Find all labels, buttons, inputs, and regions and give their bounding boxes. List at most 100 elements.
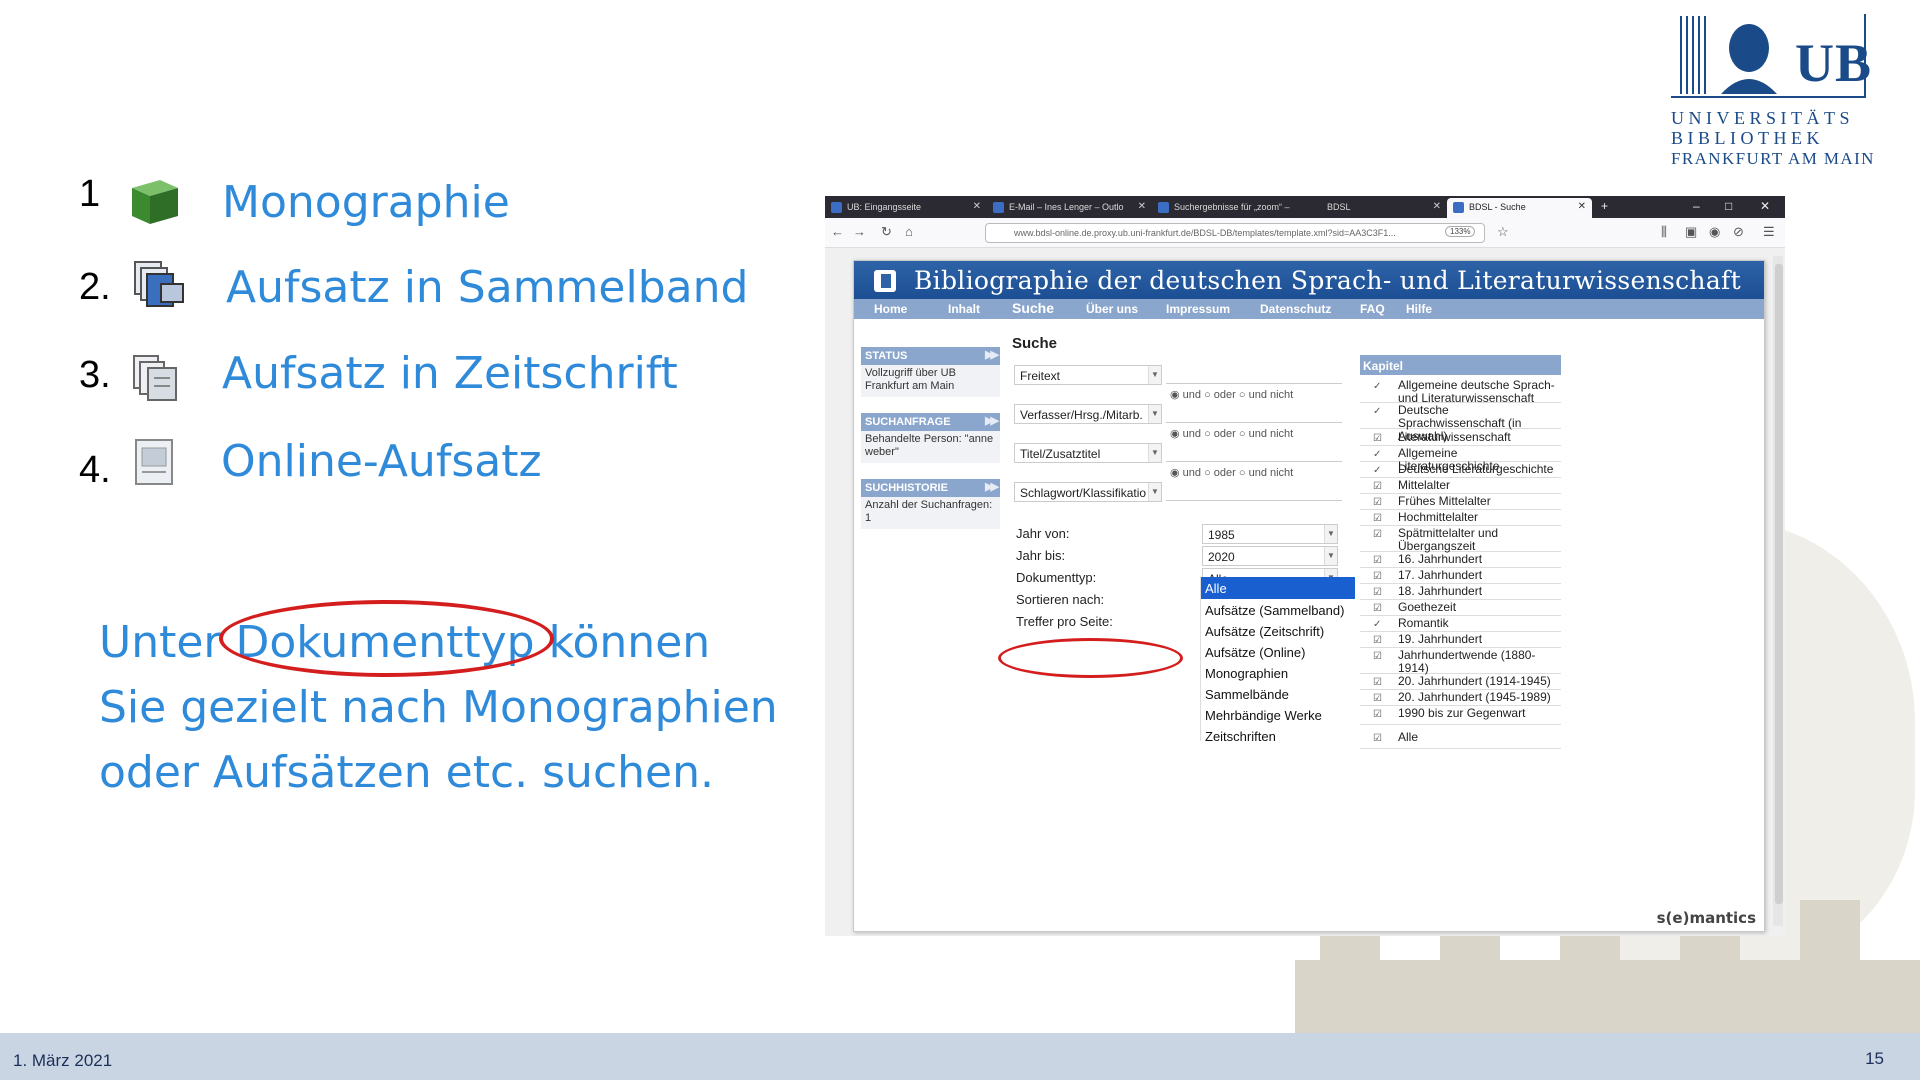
checkbox-icon[interactable]: ✓ (1373, 448, 1381, 461)
browser-tab[interactable]: UB: Eingangsseite ✕ (825, 198, 987, 218)
checkbox-icon[interactable]: ☑ (1373, 650, 1382, 663)
extension-icon[interactable]: ⊘ (1733, 224, 1744, 240)
menu-inhalt[interactable]: Inhalt (948, 302, 980, 316)
checkbox-icon[interactable]: ☑ (1373, 692, 1382, 705)
browser-tab[interactable]: E-Mail – Ines Lenger – Outlo ✕ (987, 198, 1152, 218)
dropdown-option[interactable]: Aufsätze (Online) (1205, 645, 1305, 660)
close-tab-icon[interactable]: ✕ (973, 201, 981, 212)
checkbox-icon[interactable]: ☑ (1373, 554, 1382, 567)
browser-tab-active[interactable]: BDSL - Suche ✕ (1447, 198, 1592, 218)
home-icon[interactable]: ⌂ (905, 224, 913, 239)
checkbox-icon[interactable]: ☑ (1373, 480, 1382, 493)
dropdown-option[interactable]: Alle (1201, 577, 1355, 599)
dropdown-option[interactable]: Aufsätze (Zeitschrift) (1205, 624, 1324, 639)
checkbox-icon[interactable]: ☑ (1373, 586, 1382, 599)
forward-icon[interactable]: → (853, 224, 866, 239)
kapitel-item[interactable]: ☑ Mittelalter (1360, 479, 1561, 494)
kapitel-item[interactable]: ✓ Romantik (1360, 617, 1561, 632)
menu-hilfe[interactable]: Hilfe (1406, 302, 1432, 316)
checkbox-icon[interactable]: ☑ (1373, 602, 1382, 615)
checkbox-icon[interactable]: ☑ (1373, 528, 1382, 541)
browser-tab[interactable]: BDSL ✕ (1305, 198, 1447, 218)
kapitel-item[interactable]: ☑ 1990 bis zur Gegenwart (1360, 707, 1561, 725)
field-select-freitext[interactable]: Freitext ▼ (1014, 365, 1162, 385)
search-input-titel[interactable] (1166, 461, 1342, 462)
search-input-verfasser[interactable] (1166, 422, 1342, 423)
suchanfrage-box-head[interactable]: SUCHANFRAGE ▶▶ (861, 413, 1000, 431)
kapitel-item[interactable]: ☑ Spätmittelalter und Übergangszeit (1360, 527, 1561, 553)
kapitel-item[interactable]: ✓ Allgemeine deutsche Sprach- und Literat… (1360, 379, 1561, 405)
field-select-schlagwort[interactable]: Schlagwort/Klassifikatio ▼ (1014, 482, 1162, 502)
kapitel-item[interactable]: ☑ Goethezeit (1360, 601, 1561, 616)
search-input-freitext[interactable] (1166, 383, 1342, 384)
checkbox-icon[interactable]: ☑ (1373, 432, 1382, 445)
radio-group-2[interactable]: ◉ und ○ oder ○ und nicht (1170, 427, 1293, 440)
checkbox-icon[interactable]: ✓ (1373, 464, 1381, 477)
kapitel-item[interactable]: ☑ Frühes Mittelalter (1360, 495, 1561, 510)
checkbox-icon[interactable]: ✓ (1373, 380, 1381, 393)
zoom-indicator[interactable]: 133% (1445, 226, 1476, 237)
kapitel-item[interactable]: ☑ 18. Jahrhundert (1360, 585, 1561, 600)
kapitel-item[interactable]: ☑ Hochmittelalter (1360, 511, 1561, 526)
new-tab-icon[interactable]: + (1601, 199, 1608, 213)
dropdown-option[interactable]: Aufsätze (Sammelband) (1205, 603, 1344, 618)
dropdown-option[interactable]: Mehrbändige Werke (1205, 708, 1322, 723)
close-tab-icon[interactable]: ✕ (1433, 201, 1441, 212)
close-tab-icon[interactable]: ✕ (1138, 201, 1146, 212)
checkbox-icon[interactable]: ✓ (1373, 405, 1381, 418)
close-tab-icon[interactable]: ✕ (1578, 201, 1586, 212)
menu-impressum[interactable]: Impressum (1166, 302, 1230, 316)
kapitel-item[interactable]: ☑ Literaturwissenschaft (1360, 431, 1561, 446)
kapitel-item[interactable]: ☑ 20. Jahrhundert (1945-1989) (1360, 691, 1561, 706)
checkbox-icon[interactable]: ☑ (1373, 676, 1382, 689)
kapitel-head: Kapitel (1360, 355, 1561, 375)
scrollbar-thumb[interactable] (1775, 264, 1783, 904)
browser-tab[interactable]: Suchergebnisse für „zoom“ – (1152, 198, 1312, 218)
reload-icon[interactable]: ↻ (881, 224, 892, 240)
checkbox-icon[interactable]: ☑ (1373, 512, 1382, 525)
dropdown-option[interactable]: Sammelbände (1205, 687, 1289, 702)
kapitel-item[interactable]: ✓ Allgemeine Literaturgeschichte (1360, 447, 1561, 473)
search-input-schlagwort[interactable] (1166, 500, 1342, 501)
checkbox-icon[interactable]: ✓ (1373, 618, 1381, 631)
checkbox-icon[interactable]: ☑ (1373, 634, 1382, 647)
checkbox-icon[interactable]: ☑ (1373, 496, 1382, 509)
library-icon[interactable]: ⫼ (1661, 224, 1667, 240)
minimize-icon[interactable]: – (1693, 199, 1700, 213)
checkbox-icon[interactable]: ☑ (1373, 570, 1382, 583)
kapitel-item[interactable]: ☑ Alle (1360, 731, 1561, 749)
reader-icon[interactable]: ▣ (1685, 224, 1697, 240)
year-from-select[interactable]: 1985 ▼ (1202, 524, 1338, 544)
kapitel-item[interactable]: ✓ Deutsche Sprachwissenschaft (in Auswahl… (1360, 404, 1561, 443)
kapitel-item[interactable]: ☑ 19. Jahrhundert (1360, 633, 1561, 648)
bookmark-star-icon[interactable]: ☆ (1497, 224, 1509, 240)
back-icon[interactable]: ← (831, 224, 844, 239)
footer-date: 1. März 2021 (13, 1051, 113, 1070)
checkbox-icon[interactable]: ☑ (1373, 732, 1382, 745)
menu-icon[interactable]: ☰ (1763, 224, 1775, 240)
menu-datenschutz[interactable]: Datenschutz (1260, 302, 1331, 316)
kapitel-item[interactable]: ☑ 16. Jahrhundert (1360, 553, 1561, 568)
dropdown-option[interactable]: Zeitschriften (1205, 729, 1276, 744)
kapitel-item[interactable]: ✓ Deutsche Literaturgeschichte (1360, 463, 1561, 478)
menu-faq[interactable]: FAQ (1360, 302, 1385, 316)
status-box-head[interactable]: STATUS ▶▶ (861, 347, 1000, 365)
radio-group-1[interactable]: ◉ und ○ oder ○ und nicht (1170, 388, 1293, 401)
dropdown-option[interactable]: Monographien (1205, 666, 1288, 681)
kapitel-item[interactable]: ☑ Jahrhundertwende (1880-1914) (1360, 649, 1561, 675)
account-icon[interactable]: ◉ (1709, 224, 1720, 240)
kapitel-item[interactable]: ☑ 20. Jahrhundert (1914-1945) (1360, 675, 1561, 690)
url-bar[interactable]: www.bdsl-online.de.proxy.ub.uni-frankfur… (985, 223, 1485, 243)
menu-home[interactable]: Home (874, 302, 907, 316)
kapitel-item[interactable]: ☑ 17. Jahrhundert (1360, 569, 1561, 584)
field-select-titel[interactable]: Titel/Zusatztitel ▼ (1014, 443, 1162, 463)
close-window-icon[interactable]: ✕ (1760, 199, 1770, 213)
field-select-verfasser[interactable]: Verfasser/Hrsg./Mitarb. ▼ (1014, 404, 1162, 424)
checkbox-icon[interactable]: ☑ (1373, 708, 1382, 721)
radio-group-3[interactable]: ◉ und ○ oder ○ und nicht (1170, 466, 1293, 479)
menu-suche[interactable]: Suche (1012, 300, 1054, 316)
menu-ueber-uns[interactable]: Über uns (1086, 302, 1138, 316)
maximize-icon[interactable]: □ (1725, 199, 1732, 213)
suchhistorie-box-head[interactable]: SUCHHISTORIE ▶▶ (861, 479, 1000, 497)
year-to-select[interactable]: 2020 ▼ (1202, 546, 1338, 566)
